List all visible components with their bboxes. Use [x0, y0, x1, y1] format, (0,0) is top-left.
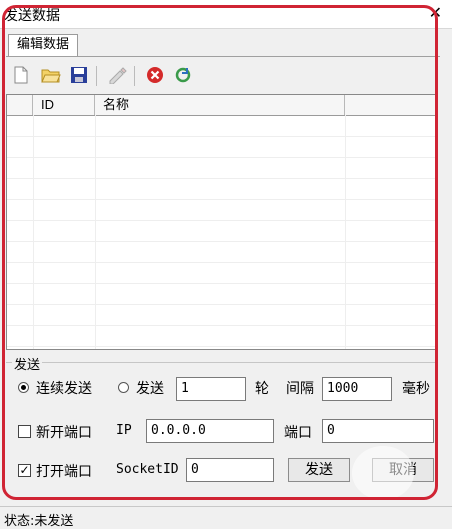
table-row[interactable] [7, 241, 437, 263]
table-row[interactable] [7, 157, 437, 179]
title-bar: 发送数据 ✕ [0, 0, 452, 29]
table-row[interactable] [7, 136, 437, 158]
socket-id-label: SocketID [116, 462, 179, 477]
port-input[interactable]: 0 [322, 419, 434, 443]
window-title: 发送数据 [4, 8, 60, 24]
tab-edit-data[interactable]: 编辑数据 [8, 34, 78, 56]
rounds-input[interactable]: 1 [176, 377, 246, 401]
interval-unit: 毫秒 [402, 381, 430, 397]
column-header-name[interactable]: 名称 [95, 95, 345, 115]
table-row[interactable] [7, 325, 437, 347]
column-header-extra[interactable] [345, 95, 437, 115]
table-row[interactable] [7, 304, 437, 326]
table-row[interactable] [7, 115, 437, 137]
open-port-label[interactable]: 打开端口 [36, 461, 92, 481]
table-row[interactable] [7, 262, 437, 284]
close-icon[interactable]: ✕ [429, 3, 442, 23]
open-folder-icon[interactable] [40, 64, 62, 86]
new-port-checkbox[interactable] [18, 425, 31, 438]
table-row[interactable] [7, 283, 437, 305]
delete-icon[interactable] [144, 64, 166, 86]
send-rounds-radio[interactable] [118, 382, 129, 393]
send-group-border [6, 362, 438, 363]
column-header-select[interactable] [7, 95, 33, 115]
watermark-logo [352, 446, 414, 500]
ip-label: IP [116, 423, 132, 438]
tab-panel-border [6, 56, 440, 57]
interval-input[interactable]: 1000 [322, 377, 392, 401]
continuous-send-label[interactable]: 连续发送 [36, 378, 92, 398]
interval-label: 间隔 [286, 381, 314, 397]
rounds-unit: 轮 [255, 381, 269, 397]
new-port-label[interactable]: 新开端口 [36, 422, 92, 442]
status-bar: 状态:未发送 [0, 506, 452, 529]
toolbar-separator [96, 66, 97, 86]
send-group-label: 发送 [12, 354, 43, 373]
refresh-icon[interactable] [172, 64, 194, 86]
table-header: ID 名称 [7, 95, 437, 116]
table-row[interactable] [7, 220, 437, 242]
toolbar [10, 64, 430, 90]
port-label: 端口 [284, 425, 312, 441]
edit-icon[interactable] [106, 64, 128, 86]
toolbar-separator [134, 66, 135, 86]
ip-input[interactable]: 0.0.0.0 [146, 419, 274, 443]
send-button[interactable]: 发送 [288, 458, 350, 482]
new-file-icon[interactable] [10, 64, 32, 86]
data-table[interactable]: ID 名称 [6, 94, 438, 350]
save-icon[interactable] [68, 64, 90, 86]
continuous-send-radio[interactable] [18, 382, 29, 393]
socket-id-input[interactable]: 0 [186, 458, 274, 482]
column-header-id[interactable]: ID [33, 95, 95, 115]
send-rounds-label[interactable]: 发送 [136, 378, 164, 398]
status-text: 状态:未发送 [4, 514, 74, 529]
table-row[interactable] [7, 199, 437, 221]
open-port-checkbox[interactable]: ✓ [18, 464, 31, 477]
table-row[interactable] [7, 178, 437, 200]
